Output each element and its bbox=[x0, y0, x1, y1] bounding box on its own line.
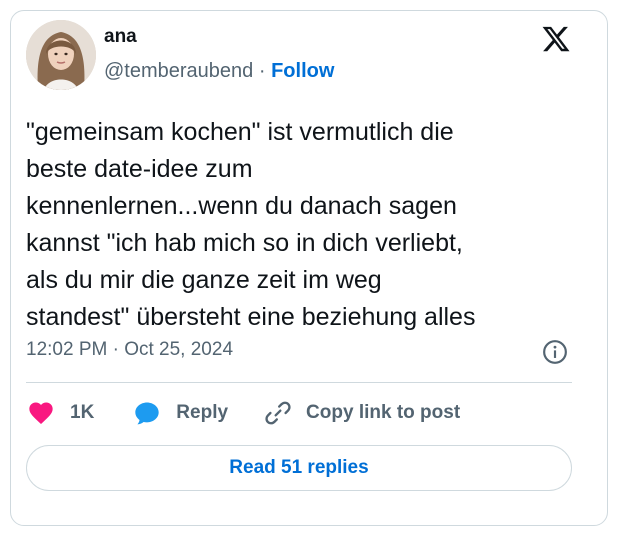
divider bbox=[26, 382, 572, 383]
like-button[interactable]: 1K bbox=[26, 399, 94, 427]
copy-link-button[interactable]: Copy link to post bbox=[264, 399, 460, 427]
reply-bubble-icon bbox=[135, 402, 159, 425]
author-handle[interactable]: @temberaubend bbox=[104, 60, 253, 82]
avatar-photo-icon bbox=[26, 20, 96, 90]
tweet-line: standest" übersteht eine beziehung alles bbox=[26, 303, 476, 331]
author-handle-row: @temberaubend · Follow bbox=[104, 60, 334, 83]
tweet-line: kannst "ich hab mich so in dich verliebt… bbox=[26, 229, 463, 257]
handle-separator: · bbox=[258, 60, 266, 82]
action-bar: 1K Reply Copy link to post bbox=[26, 398, 460, 428]
author-avatar[interactable] bbox=[26, 20, 96, 90]
reply-label: Reply bbox=[176, 402, 229, 423]
tweet-line: beste date-idee zum bbox=[26, 155, 253, 183]
link-icon bbox=[265, 401, 291, 425]
copy-link-label: Copy link to post bbox=[306, 402, 461, 423]
reply-button[interactable]: Reply bbox=[132, 399, 228, 427]
heart-icon bbox=[29, 402, 53, 424]
info-icon[interactable] bbox=[542, 339, 568, 365]
read-replies-button[interactable]: Read 51 replies bbox=[26, 445, 572, 491]
tweet-line: kennenlernen...wenn du danach sagen bbox=[26, 192, 457, 220]
follow-button[interactable]: Follow bbox=[271, 60, 334, 82]
tweet-line: "gemeinsam kochen" ist vermutlich die bbox=[26, 118, 454, 146]
like-count: 1K bbox=[70, 402, 95, 423]
tweet-line: als du mir die ganze zeit im weg bbox=[26, 266, 382, 294]
author-name[interactable]: ana bbox=[104, 26, 137, 48]
tweet-text: "gemeinsam kochen" ist vermutlich die be… bbox=[26, 114, 581, 336]
tweet-timestamp[interactable]: 12:02 PM · Oct 25, 2024 bbox=[26, 339, 233, 361]
x-logo-icon[interactable] bbox=[540, 24, 572, 54]
